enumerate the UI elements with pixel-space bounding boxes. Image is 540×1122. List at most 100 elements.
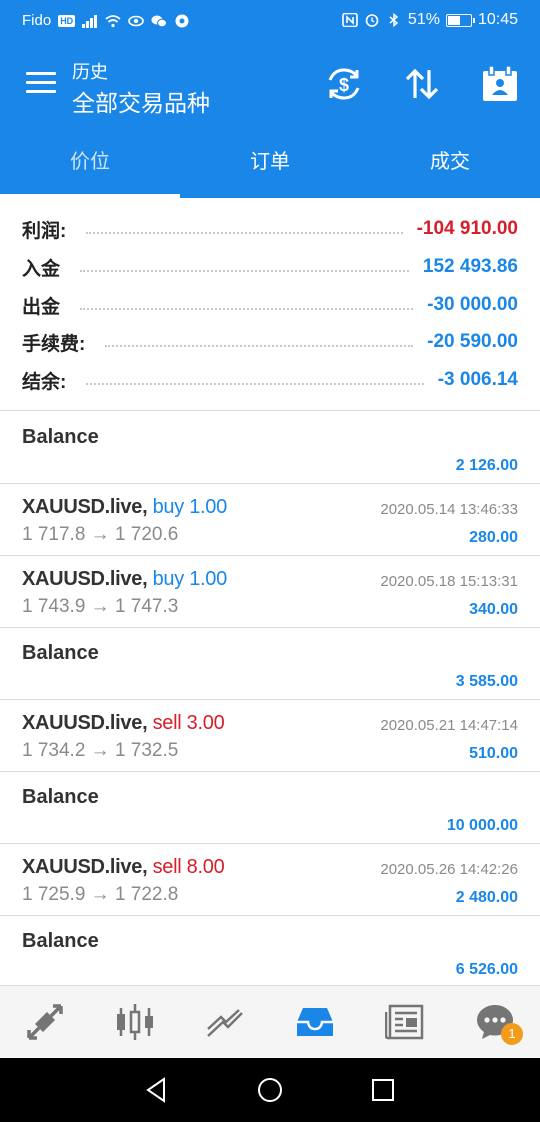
deal-prices: 1 717.8 → 1 720.6: [22, 524, 179, 545]
balance-row[interactable]: Balance 6 526.00: [0, 916, 540, 988]
battery-percent: 51%: [407, 11, 440, 28]
page-title: 历史: [72, 62, 108, 82]
balance-label: Balance: [22, 642, 99, 664]
deal-symbol: XAUUSD.live, sell 8.00: [22, 856, 225, 879]
summary-label: 出金: [22, 296, 61, 318]
nav-news[interactable]: [360, 986, 450, 1058]
symbol-name: XAUUSD.live,: [22, 496, 148, 518]
candlestick-chart-icon: [117, 1004, 153, 1040]
deal-side-volume: buy 1.00: [152, 568, 228, 590]
summary-label: 结余:: [22, 371, 67, 393]
history-list: Balance 2 126.00 XAUUSD.live, buy 1.00 1…: [0, 412, 540, 988]
deal-symbol: XAUUSD.live, sell 3.00: [22, 712, 225, 735]
deal-prices: 1 725.9 → 1 722.8: [22, 884, 179, 905]
deal-profit: 510.00: [469, 745, 518, 762]
trade-lines-icon: [207, 1009, 243, 1037]
deal-date: 2020.05.14 13:46:33: [380, 501, 518, 518]
bluetooth-icon: [389, 13, 399, 27]
summary-row-balance: 结余: -3 006.14: [22, 365, 518, 395]
dotted-leader: [86, 383, 424, 385]
summary-label: 利润:: [22, 220, 67, 242]
deal-profit: 280.00: [469, 529, 518, 546]
balance-label: Balance: [22, 930, 99, 952]
alarm-icon: [365, 14, 379, 27]
nav-chat[interactable]: 1: [450, 986, 540, 1058]
deal-row[interactable]: XAUUSD.live, buy 1.00 1 717.8 → 1 720.6 …: [0, 484, 540, 556]
calendar-icon[interactable]: [480, 66, 520, 102]
summary-value: -3 006.14: [437, 369, 518, 390]
carrier-label: Fido: [22, 12, 52, 29]
deal-profit: 2 480.00: [455, 889, 518, 906]
signal-icon: [82, 14, 98, 28]
dotted-leader: [80, 308, 414, 310]
nav-quotes[interactable]: [0, 986, 90, 1058]
summary-value: -30 000.00: [427, 294, 518, 315]
summary-row-deposit: 入金 152 493.86: [22, 252, 518, 282]
deal-date: 2020.05.21 14:47:14: [380, 717, 518, 734]
balance-row[interactable]: Balance 10 000.00: [0, 772, 540, 844]
dotted-leader: [105, 345, 414, 347]
summary-value: 152 493.86: [422, 256, 518, 277]
balance-amount: 3 585.00: [455, 673, 518, 690]
deal-prices: 1 734.2 → 1 732.5: [22, 740, 179, 761]
tab-deals[interactable]: 成交: [360, 127, 540, 198]
deal-side-volume: buy 1.00: [152, 496, 228, 518]
system-navigation-bar: [0, 1058, 540, 1122]
clock: 10:45: [477, 11, 518, 28]
balance-row[interactable]: Balance 3 585.00: [0, 628, 540, 700]
nav-chart[interactable]: [90, 986, 180, 1058]
battery-icon: [445, 13, 475, 27]
deal-side-volume: sell 3.00: [152, 712, 225, 734]
summary-value: -104 910.00: [416, 218, 518, 239]
bottom-navigation: 1: [0, 985, 540, 1058]
deal-profit: 340.00: [469, 601, 518, 618]
summary-value: -20 590.00: [427, 331, 518, 352]
tab-positions[interactable]: 价位: [0, 127, 180, 198]
tab-orders[interactable]: 订单: [180, 127, 360, 198]
deal-row[interactable]: XAUUSD.live, sell 3.00 1 734.2 → 1 732.5…: [0, 700, 540, 772]
status-bar: Fido HD 51% 10:45: [0, 0, 540, 42]
quotes-arrows-icon: [27, 1004, 63, 1040]
notification-badge: 1: [501, 1023, 523, 1045]
deal-row[interactable]: XAUUSD.live, sell 8.00 1 725.9 → 1 722.8…: [0, 844, 540, 916]
app-bar: 历史 全部交易品种 $: [0, 42, 540, 127]
hamburger-menu-icon[interactable]: [26, 72, 56, 96]
deal-prices: 1 743.9 → 1 747.3: [22, 596, 179, 617]
balance-amount: 10 000.00: [446, 817, 518, 834]
summary-row-profit: 利润: -104 910.00: [22, 214, 518, 244]
news-icon: [385, 1004, 424, 1040]
deal-row[interactable]: XAUUSD.live, buy 1.00 1 743.9 → 1 747.3 …: [0, 556, 540, 628]
svg-text:$: $: [339, 75, 349, 95]
summary-label: 入金: [22, 258, 61, 280]
sort-icon[interactable]: [402, 66, 442, 102]
summary-row-withdrawal: 出金 -30 000.00: [22, 290, 518, 320]
deal-symbol: XAUUSD.live, buy 1.00: [22, 568, 227, 591]
currency-exchange-icon[interactable]: $: [324, 66, 364, 102]
dotted-leader: [86, 232, 403, 234]
recents-icon[interactable]: [370, 1077, 396, 1103]
nav-trade[interactable]: [180, 986, 270, 1058]
summary-label: 手续费:: [22, 333, 86, 355]
back-icon[interactable]: [144, 1077, 170, 1103]
summary-row-commission: 手续费: -20 590.00: [22, 327, 518, 357]
home-icon[interactable]: [257, 1077, 283, 1103]
dotted-leader: [80, 270, 409, 272]
balance-amount: 6 526.00: [455, 961, 518, 978]
symbol-filter-title[interactable]: 全部交易品种: [72, 84, 210, 118]
deal-side-volume: sell 8.00: [152, 856, 225, 878]
balance-label: Balance: [22, 426, 99, 448]
balance-label: Balance: [22, 786, 99, 808]
history-inbox-icon: [297, 1008, 333, 1036]
symbol-name: XAUUSD.live,: [22, 712, 148, 734]
tab-bar: 价位 订单 成交: [0, 127, 540, 198]
wechat-icon: [151, 15, 168, 27]
wifi-icon: [105, 14, 121, 27]
balance-amount: 2 126.00: [455, 457, 518, 474]
balance-row[interactable]: Balance 2 126.00: [0, 412, 540, 484]
browser-icon: [175, 14, 189, 27]
nfc-icon: [342, 13, 358, 27]
eye-icon: [128, 15, 144, 26]
hd-badge: HD: [58, 14, 76, 27]
nav-history[interactable]: [270, 986, 360, 1058]
deal-symbol: XAUUSD.live, buy 1.00: [22, 496, 227, 519]
